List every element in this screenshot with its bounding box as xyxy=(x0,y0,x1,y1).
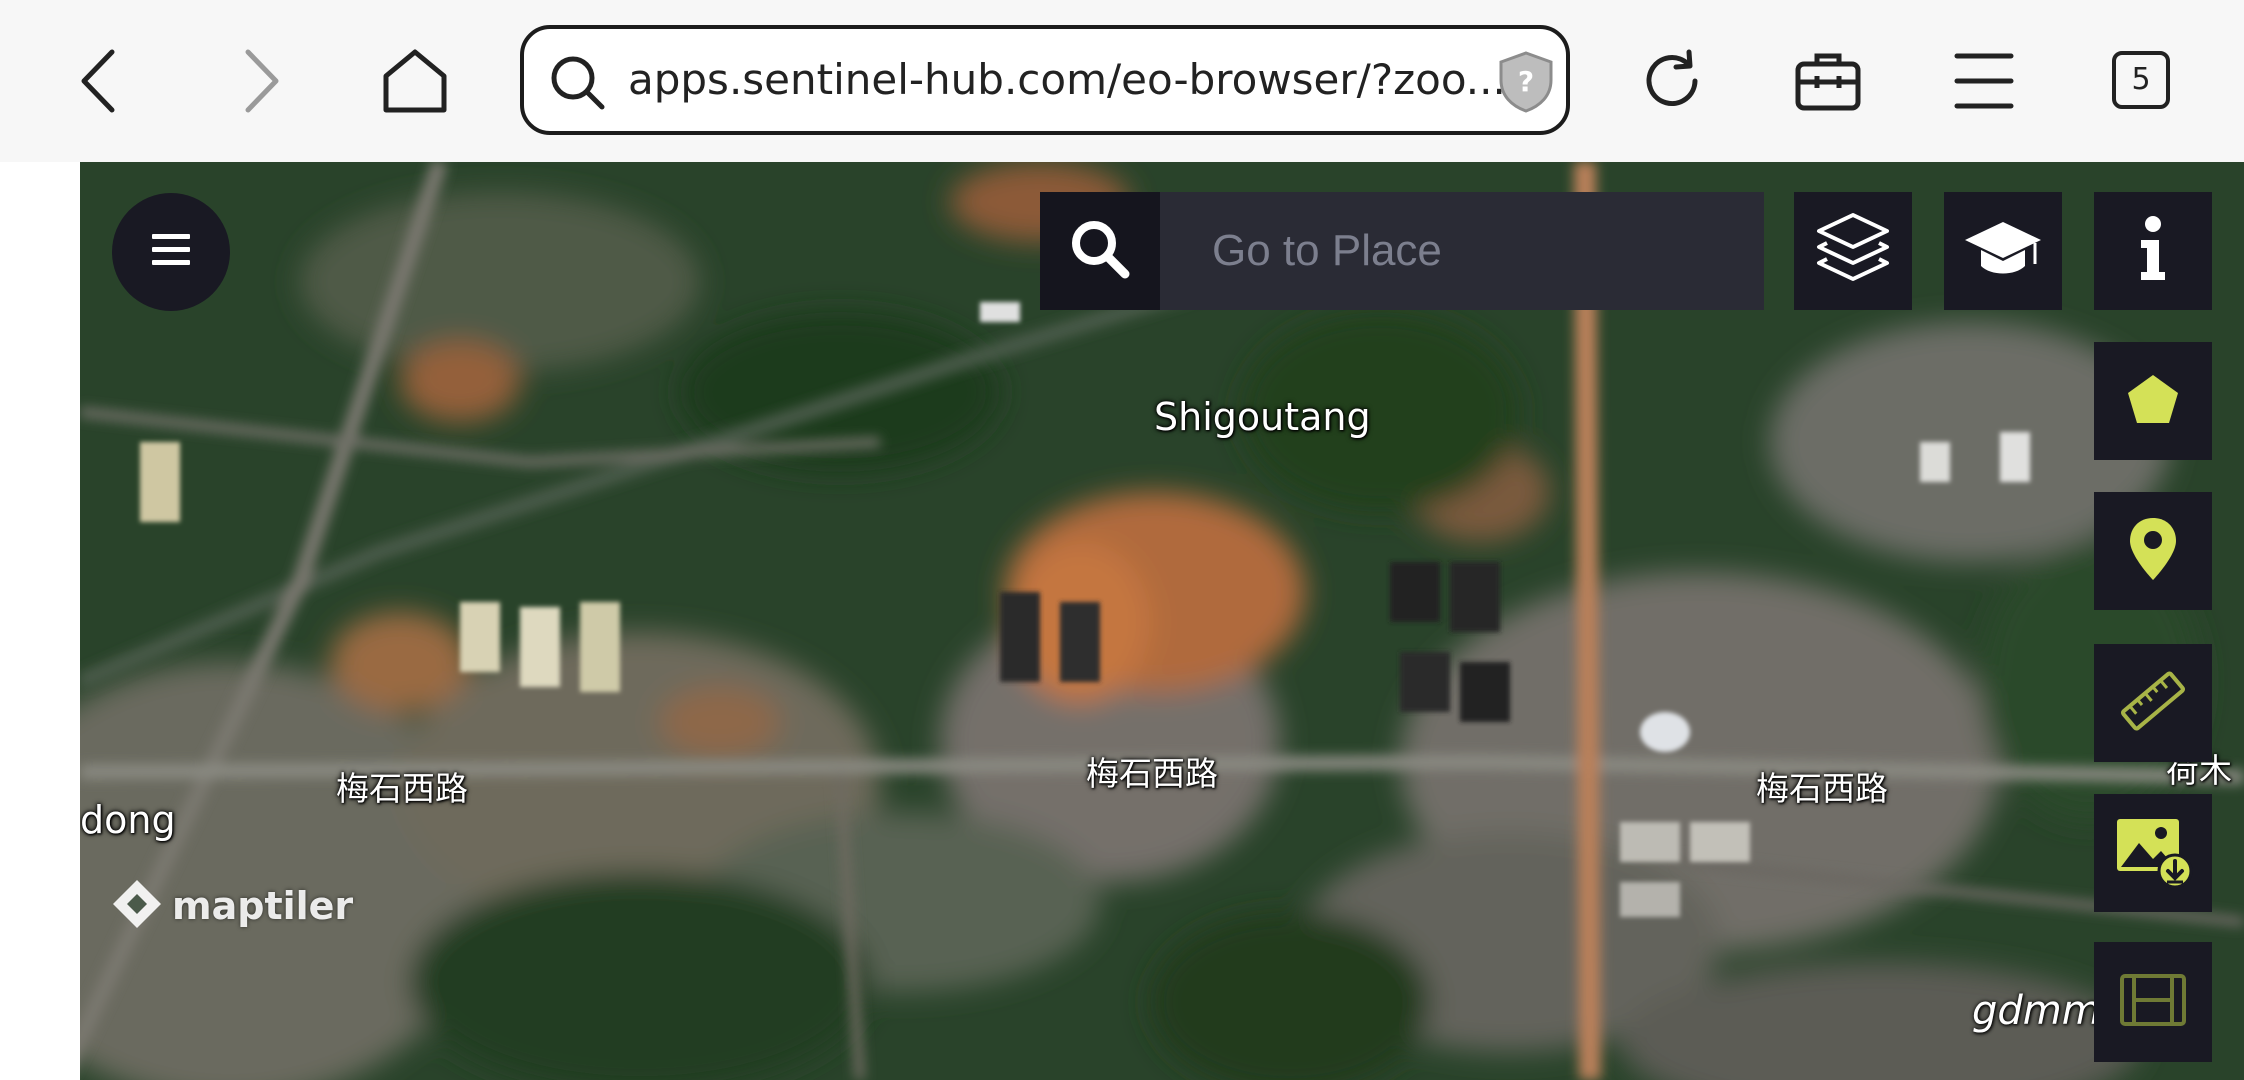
chevron-left-icon xyxy=(70,46,130,116)
browser-toolbar: apps.sentinel-hub.com/eo-browser/?zoo...… xyxy=(0,0,2244,162)
place-search xyxy=(1040,192,1764,310)
road-label-right: 梅石西路 xyxy=(1756,769,1888,808)
menu-icon xyxy=(1949,46,2019,116)
draw-polygon-button[interactable] xyxy=(2094,342,2212,460)
search-icon xyxy=(1068,217,1132,285)
download-image-button[interactable] xyxy=(2094,794,2212,912)
shield-question-icon[interactable]: ? xyxy=(1496,50,1556,118)
place-label-dong: dong xyxy=(80,798,176,842)
home-icon xyxy=(380,46,450,116)
reload-button[interactable] xyxy=(1622,31,1722,131)
layers-button[interactable] xyxy=(1794,192,1912,310)
place-search-input[interactable] xyxy=(1160,192,1764,310)
forward-button[interactable] xyxy=(210,31,310,131)
hamburger-icon xyxy=(150,232,192,272)
home-button[interactable] xyxy=(365,31,465,131)
menu-button[interactable] xyxy=(1934,31,2034,131)
url-bar[interactable]: apps.sentinel-hub.com/eo-browser/?zoo...… xyxy=(520,25,1570,135)
road-label-left: 梅石西路 xyxy=(336,769,468,808)
place-marker-button[interactable] xyxy=(2094,492,2212,610)
reload-icon xyxy=(1637,46,1707,116)
layers-icon xyxy=(1813,209,1893,293)
toolbox-button[interactable] xyxy=(1778,31,1878,131)
road-label-center: 梅石西路 xyxy=(1086,754,1218,793)
search-icon xyxy=(548,53,608,117)
chevron-right-icon xyxy=(230,46,290,116)
timelapse-button[interactable] xyxy=(2094,942,2212,1062)
place-search-button[interactable] xyxy=(1040,192,1160,310)
tutorial-button[interactable] xyxy=(1944,192,2062,310)
film-icon xyxy=(2118,972,2188,1032)
maptiler-text: maptiler xyxy=(172,884,354,928)
maptiler-logo-icon xyxy=(110,877,164,935)
tab-count-button[interactable]: 5 xyxy=(2112,51,2170,109)
map-pin-icon xyxy=(2127,516,2179,586)
graduation-cap-icon xyxy=(1963,214,2043,288)
info-icon xyxy=(2133,214,2173,288)
briefcase-icon xyxy=(1793,46,1863,116)
back-button[interactable] xyxy=(50,31,150,131)
info-button[interactable] xyxy=(2094,192,2212,310)
image-download-icon xyxy=(2113,813,2193,893)
url-text[interactable]: apps.sentinel-hub.com/eo-browser/?zoo... xyxy=(628,29,1506,131)
pentagon-icon xyxy=(2125,371,2181,431)
maptiler-attribution[interactable]: maptiler xyxy=(110,877,353,935)
measure-button[interactable] xyxy=(2094,644,2212,762)
sidebar-menu-button[interactable] xyxy=(112,193,230,311)
ruler-icon xyxy=(2118,666,2188,740)
svg-text:?: ? xyxy=(1518,65,1534,98)
place-label-shigoutang: Shigoutang xyxy=(1154,395,1371,439)
